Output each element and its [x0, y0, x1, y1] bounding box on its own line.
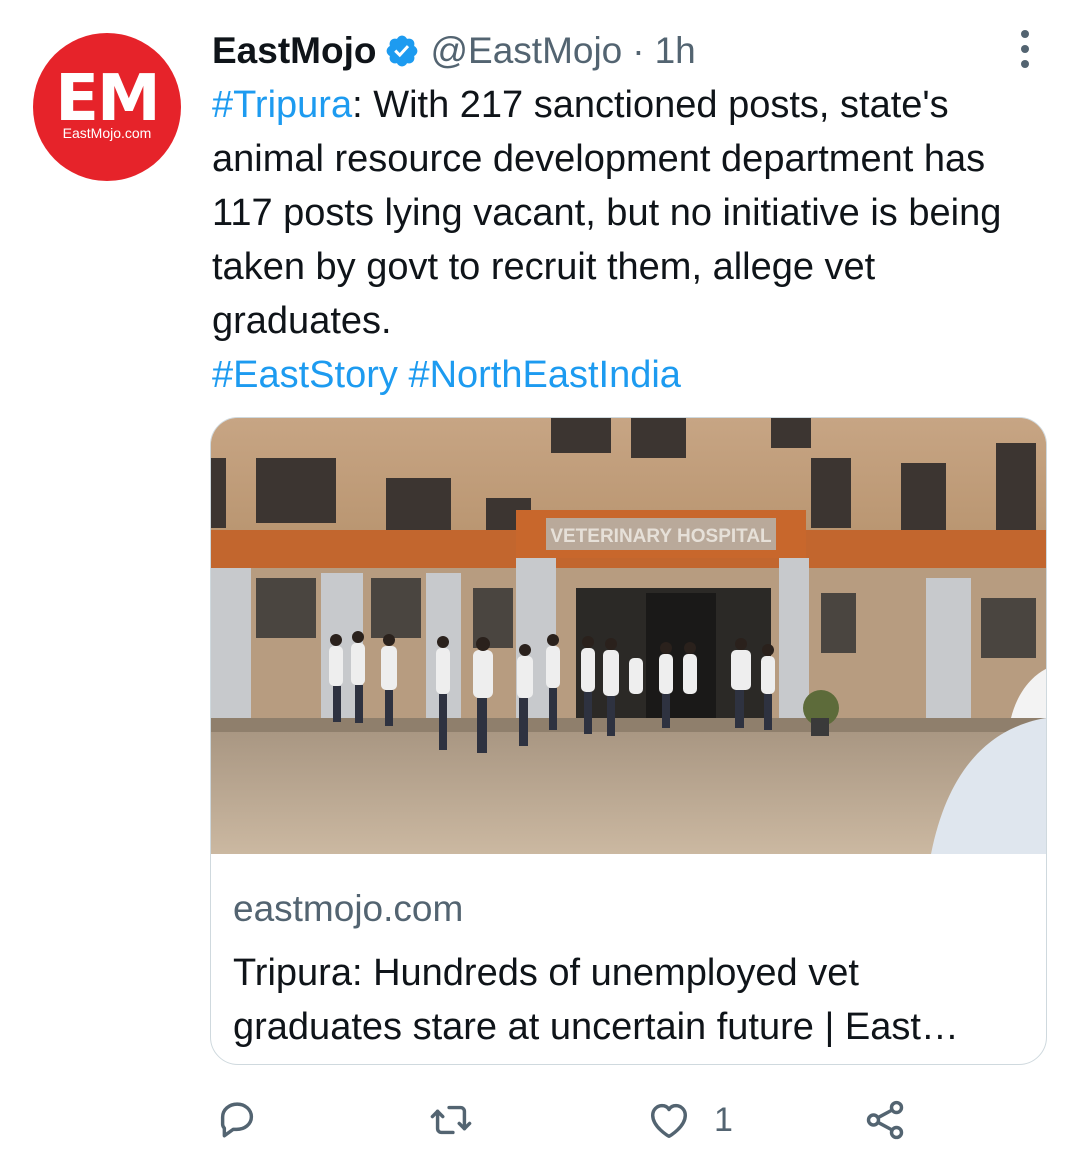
reply-button[interactable] — [214, 1090, 260, 1150]
hashtag-link[interactable]: #NorthEastIndia — [408, 354, 681, 396]
like-count: 1 — [714, 1100, 733, 1139]
hospital-sign-text: VETERINARY HOSPITAL — [550, 526, 772, 547]
card-info[interactable]: eastmojo.com Tripura: Hundreds of unempl… — [233, 886, 1023, 1054]
like-button[interactable]: 1 — [646, 1090, 733, 1150]
tweet[interactable]: EM EastMojo.com EastMojo @EastMojo · 1h … — [0, 0, 1080, 1175]
handle[interactable]: @EastMojo — [430, 30, 622, 72]
card-title: Tripura: Hundreds of unemployed vet grad… — [233, 952, 959, 1048]
heart-icon — [650, 1103, 688, 1139]
avatar-logo: EM — [55, 62, 160, 136]
retweet-button[interactable] — [428, 1090, 474, 1150]
avatar-site-text: EastMojo.com — [62, 125, 152, 141]
share-icon — [866, 1100, 904, 1140]
share-button[interactable] — [862, 1090, 908, 1150]
display-name[interactable]: EastMojo — [212, 30, 376, 72]
more-options-icon[interactable] — [1012, 30, 1038, 70]
tweet-header: EastMojo @EastMojo · 1h — [212, 28, 696, 74]
hashtag-link[interactable]: #Tripura — [212, 84, 352, 126]
card-domain: eastmojo.com — [233, 888, 464, 929]
avatar[interactable]: EM EastMojo.com — [33, 33, 181, 181]
link-card[interactable]: VETERINARY HOSPITAL eastmojo.com Tripura… — [210, 417, 1047, 1065]
verified-badge-icon — [384, 33, 420, 69]
timestamp[interactable]: 1h — [655, 30, 696, 72]
retweet-icon — [430, 1105, 472, 1135]
card-image[interactable]: VETERINARY HOSPITAL — [211, 418, 1046, 854]
reply-icon — [220, 1102, 254, 1138]
hashtag-link[interactable]: #EastStory — [212, 354, 398, 396]
action-bar: 1 — [0, 1090, 1080, 1150]
separator-dot: · — [632, 30, 645, 71]
tweet-text: #Tripura: With 217 sanctioned posts, sta… — [212, 78, 1052, 402]
